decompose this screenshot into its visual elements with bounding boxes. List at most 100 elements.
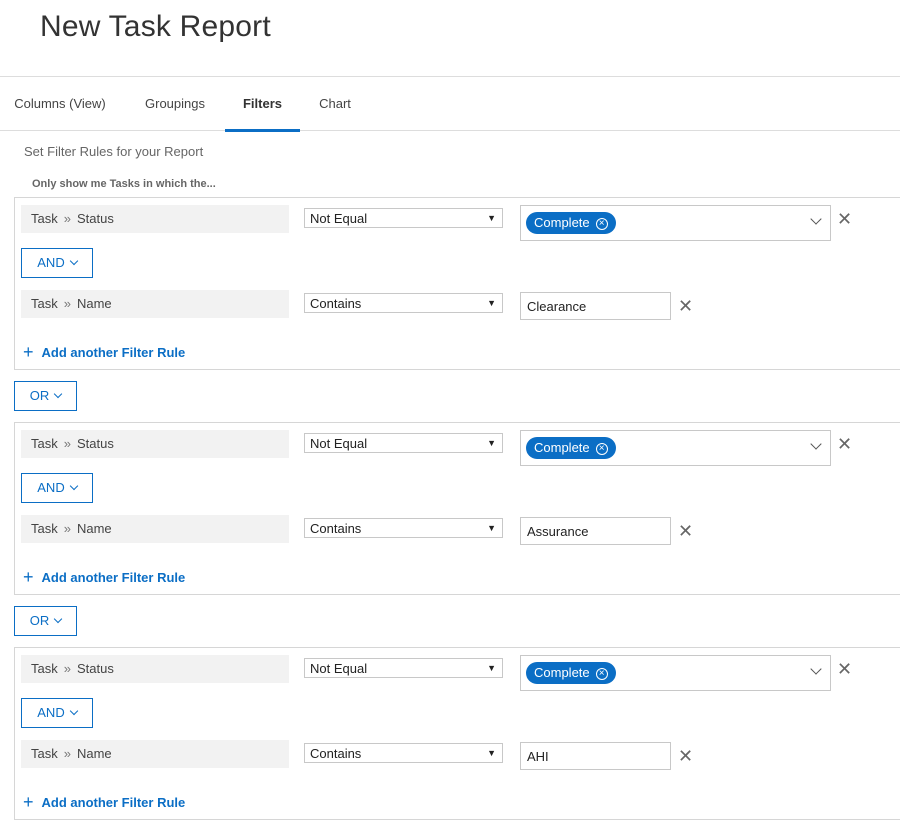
double-chevron-icon: » bbox=[63, 296, 71, 311]
field-name: Name bbox=[76, 521, 112, 536]
operator-select[interactable]: Not Equal ▼ bbox=[304, 433, 503, 453]
field-name: Name bbox=[76, 746, 112, 761]
plus-icon: + bbox=[23, 342, 34, 362]
dropdown-arrow-icon: ▼ bbox=[487, 438, 496, 448]
value-input[interactable]: AHI bbox=[520, 742, 671, 770]
value-multiselect[interactable]: Complete × bbox=[520, 205, 831, 241]
value-tag: Complete × bbox=[526, 662, 616, 684]
filter-group: Task » Status Not Equal ▼ Complete × ✕ AND T… bbox=[14, 647, 900, 820]
filters-subtitle: Set Filter Rules for your Report bbox=[24, 144, 204, 159]
report-tabs: Columns (View) Groupings Filters Chart bbox=[0, 76, 900, 132]
field-object: Task bbox=[31, 521, 58, 536]
add-filter-rule-link[interactable]: + Add another Filter Rule bbox=[23, 567, 185, 588]
add-filter-rule-label: Add another Filter Rule bbox=[41, 795, 186, 810]
and-label: AND bbox=[37, 705, 65, 720]
add-filter-rule-link[interactable]: + Add another Filter Rule bbox=[23, 342, 185, 363]
double-chevron-icon: » bbox=[63, 436, 71, 451]
chevron-down-icon bbox=[69, 256, 78, 266]
page-title: New Task Report bbox=[40, 10, 271, 43]
or-label: OR bbox=[29, 388, 50, 403]
add-filter-rule-link[interactable]: + Add another Filter Rule bbox=[23, 792, 185, 813]
and-button[interactable]: AND bbox=[21, 698, 93, 728]
dropdown-arrow-icon: ▼ bbox=[487, 523, 496, 533]
operator-select[interactable]: Not Equal ▼ bbox=[304, 658, 503, 678]
dropdown-arrow-icon: ▼ bbox=[487, 298, 496, 308]
tab-groupings[interactable]: Groupings bbox=[128, 77, 222, 131]
operator-select[interactable]: Contains ▼ bbox=[304, 518, 503, 538]
remove-rule-icon[interactable]: ✕ bbox=[678, 747, 693, 765]
and-button[interactable]: AND bbox=[21, 248, 93, 278]
filter-field[interactable]: Task » Name bbox=[21, 740, 289, 768]
operator-value: Contains bbox=[310, 746, 362, 761]
and-button[interactable]: AND bbox=[21, 473, 93, 503]
chevron-down-icon[interactable] bbox=[810, 438, 822, 450]
remove-rule-icon[interactable]: ✕ bbox=[678, 522, 693, 540]
operator-value: Not Equal bbox=[310, 211, 368, 226]
chevron-down-icon bbox=[69, 481, 78, 491]
add-filter-rule-label: Add another Filter Rule bbox=[41, 345, 186, 360]
field-object: Task bbox=[31, 661, 58, 676]
filter-field[interactable]: Task » Name bbox=[21, 290, 289, 318]
remove-rule-icon[interactable]: ✕ bbox=[678, 297, 693, 315]
dropdown-arrow-icon: ▼ bbox=[487, 663, 496, 673]
field-object: Task bbox=[31, 211, 58, 226]
remove-tag-icon[interactable]: × bbox=[595, 443, 608, 455]
dropdown-arrow-icon: ▼ bbox=[487, 213, 496, 223]
value-multiselect[interactable]: Complete × bbox=[520, 430, 831, 466]
chevron-down-icon bbox=[69, 706, 78, 716]
operator-select[interactable]: Contains ▼ bbox=[304, 743, 503, 763]
add-filter-rule-label: Add another Filter Rule bbox=[41, 570, 186, 585]
or-label: OR bbox=[29, 613, 50, 628]
chevron-down-icon[interactable] bbox=[810, 213, 822, 225]
operator-value: Contains bbox=[310, 521, 362, 536]
filter-field[interactable]: Task » Name bbox=[21, 515, 289, 543]
field-name: Status bbox=[76, 661, 114, 676]
double-chevron-icon: » bbox=[63, 521, 71, 536]
filter-field[interactable]: Task » Status bbox=[21, 430, 289, 458]
plus-icon: + bbox=[23, 567, 34, 587]
double-chevron-icon: » bbox=[63, 211, 71, 226]
operator-select[interactable]: Contains ▼ bbox=[304, 293, 503, 313]
tab-chart[interactable]: Chart bbox=[300, 77, 370, 131]
filter-group: Task » Status Not Equal ▼ Complete × ✕ AND T… bbox=[14, 197, 900, 370]
filters-hint: Only show me Tasks in which the... bbox=[32, 178, 216, 190]
field-object: Task bbox=[31, 746, 58, 761]
field-object: Task bbox=[31, 436, 58, 451]
value-tag: Complete × bbox=[526, 212, 616, 234]
operator-value: Not Equal bbox=[310, 436, 368, 451]
field-name: Name bbox=[76, 296, 112, 311]
filter-field[interactable]: Task » Status bbox=[21, 655, 289, 683]
remove-rule-icon[interactable]: ✕ bbox=[837, 435, 852, 453]
remove-tag-icon[interactable]: × bbox=[595, 668, 608, 680]
field-name: Status bbox=[76, 211, 114, 226]
value-input[interactable]: Clearance bbox=[520, 292, 671, 320]
chevron-down-icon bbox=[54, 614, 63, 624]
field-name: Status bbox=[76, 436, 114, 451]
operator-select[interactable]: Not Equal ▼ bbox=[304, 208, 503, 228]
dropdown-arrow-icon: ▼ bbox=[487, 748, 496, 758]
and-label: AND bbox=[37, 255, 65, 270]
tab-columns-view[interactable]: Columns (View) bbox=[0, 77, 120, 131]
remove-rule-icon[interactable]: ✕ bbox=[837, 660, 852, 678]
value-multiselect[interactable]: Complete × bbox=[520, 655, 831, 691]
chevron-down-icon[interactable] bbox=[810, 663, 822, 675]
remove-rule-icon[interactable]: ✕ bbox=[837, 210, 852, 228]
plus-icon: + bbox=[23, 792, 34, 812]
double-chevron-icon: » bbox=[63, 746, 71, 761]
value-input[interactable]: Assurance bbox=[520, 517, 671, 545]
field-object: Task bbox=[31, 296, 58, 311]
operator-value: Contains bbox=[310, 296, 362, 311]
filter-field[interactable]: Task » Status bbox=[21, 205, 289, 233]
value-tag-label: Complete bbox=[534, 440, 590, 455]
operator-value: Not Equal bbox=[310, 661, 368, 676]
value-tag: Complete × bbox=[526, 437, 616, 459]
chevron-down-icon bbox=[54, 389, 63, 399]
filter-group: Task » Status Not Equal ▼ Complete × ✕ AND T… bbox=[14, 422, 900, 595]
or-button[interactable]: OR bbox=[14, 606, 77, 636]
and-label: AND bbox=[37, 480, 65, 495]
value-tag-label: Complete bbox=[534, 215, 590, 230]
or-button[interactable]: OR bbox=[14, 381, 77, 411]
value-tag-label: Complete bbox=[534, 665, 590, 680]
tab-filters[interactable]: Filters bbox=[225, 77, 300, 132]
remove-tag-icon[interactable]: × bbox=[595, 218, 608, 230]
